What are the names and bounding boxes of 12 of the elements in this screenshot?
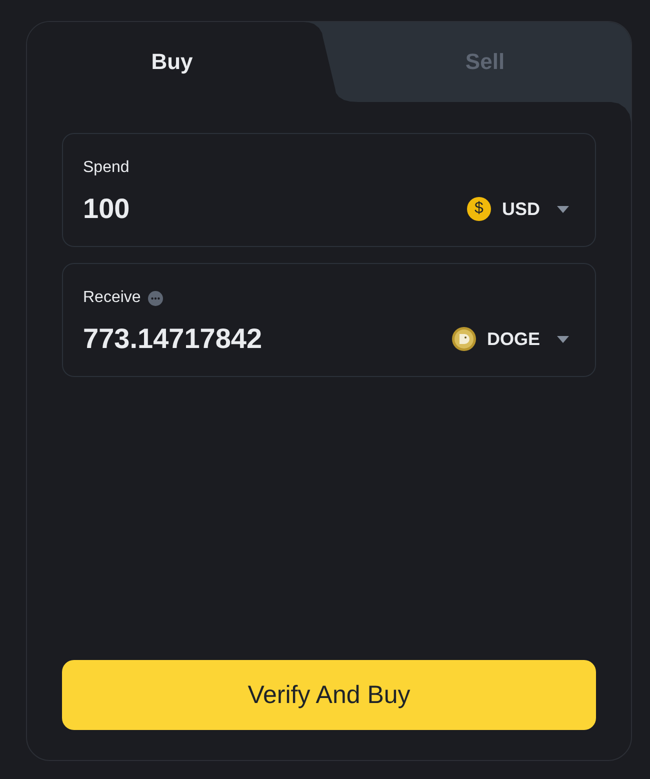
caret-icon [557,206,569,212]
caret-icon [557,336,569,342]
currency-select[interactable]: DOGE [452,323,569,355]
verify-and-buy-button[interactable]: Verify And Buy [62,660,596,730]
amount-input[interactable]: 773.14717842 [83,319,440,359]
field-label: Receive [83,288,141,308]
currency-select[interactable]: $ USD [466,193,569,225]
amount-input[interactable]: 100 [83,189,455,229]
ellipsis-icon[interactable] [148,290,163,306]
dollar-coin-icon: $ [466,197,491,221]
coin-icon [452,327,476,351]
field-label: Spend [83,158,130,178]
